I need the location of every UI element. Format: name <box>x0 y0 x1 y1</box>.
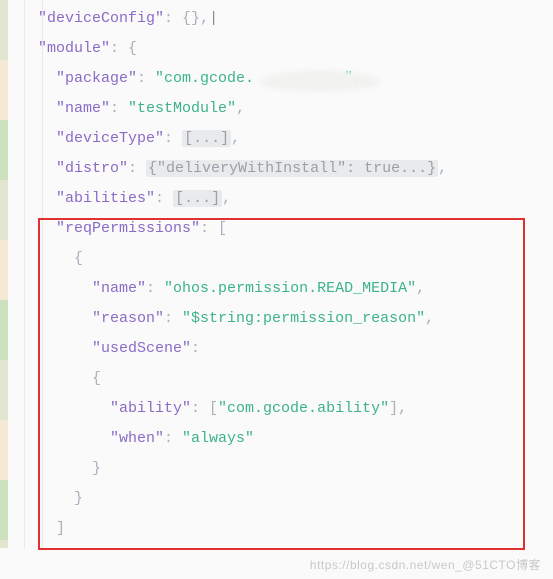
json-key: "when" <box>110 430 164 447</box>
json-string: "testModule" <box>128 100 236 117</box>
json-punct: : <box>128 160 146 177</box>
json-key: "distro" <box>56 160 128 177</box>
json-key: "deviceConfig" <box>38 10 164 27</box>
json-punct: , <box>416 280 425 297</box>
json-punct: : <box>137 70 155 87</box>
code-line: } <box>8 454 553 484</box>
json-punct: : <box>155 190 173 207</box>
code-line: { <box>8 244 553 274</box>
json-punct: : <box>164 130 182 147</box>
code-line: "when": "always" <box>8 424 553 454</box>
json-punct: : [ <box>200 220 227 237</box>
code-line: "abilities": [...], <box>8 184 553 214</box>
code-line: ] <box>8 514 553 544</box>
code-line: } <box>8 484 553 514</box>
json-brace: { <box>74 250 83 267</box>
gutter <box>0 0 8 548</box>
json-punct: : <box>164 310 182 327</box>
json-punct: , <box>425 310 434 327</box>
json-brace: } <box>92 460 101 477</box>
json-key: "name" <box>56 100 110 117</box>
code-line: "reason": "$string:permission_reason", <box>8 304 553 334</box>
json-punct: , <box>222 190 231 207</box>
json-punct: : { <box>110 40 137 57</box>
json-key: "module" <box>38 40 110 57</box>
json-punct: : <box>110 100 128 117</box>
json-key: "usedScene" <box>92 340 191 357</box>
json-brace: { <box>92 370 101 387</box>
json-string: "$string:permission_reason" <box>182 310 425 327</box>
json-key: "reqPermissions" <box>56 220 200 237</box>
code-line: "distro": {"deliveryWithInstall": true..… <box>8 154 553 184</box>
json-punct: : {} <box>164 10 200 27</box>
code-line: { <box>8 364 553 394</box>
text-cursor: | <box>209 10 218 27</box>
code-line: "deviceConfig": {},| <box>8 4 553 34</box>
json-punct: , <box>438 160 447 177</box>
code-line: "name": "ohos.permission.READ_MEDIA", <box>8 274 553 304</box>
code-line: "deviceType": [...], <box>8 124 553 154</box>
code-editor: "deviceConfig": {},| "module": { "packag… <box>0 0 553 548</box>
code-line: "usedScene": <box>8 334 553 364</box>
code-line: "ability": ["com.gcode.ability"], <box>8 394 553 424</box>
json-punct: , <box>231 130 240 147</box>
json-punct: : <box>164 430 182 447</box>
json-key: "ability" <box>110 400 191 417</box>
json-punct: , <box>236 100 245 117</box>
folded-region[interactable]: [...] <box>182 130 231 147</box>
json-punct: : [ <box>191 400 218 417</box>
folded-region[interactable]: {"deliveryWithInstall": true...} <box>146 160 438 177</box>
json-brace: } <box>74 490 83 507</box>
json-bracket: ] <box>56 520 65 537</box>
redaction-smudge <box>260 70 380 92</box>
json-key: "name" <box>92 280 146 297</box>
json-key: "deviceType" <box>56 130 164 147</box>
json-key: "package" <box>56 70 137 87</box>
code-line: "module": { <box>8 34 553 64</box>
watermark-text: https://blog.csdn.net/wen_@51CTO博客 <box>310 556 541 573</box>
folded-region[interactable]: [...] <box>173 190 222 207</box>
json-punct: ], <box>389 400 407 417</box>
json-string: "always" <box>182 430 254 447</box>
code-line: "reqPermissions": [ <box>8 214 553 244</box>
json-punct: , <box>200 10 209 27</box>
json-punct: : <box>146 280 164 297</box>
json-string: "ohos.permission.READ_MEDIA" <box>164 280 416 297</box>
json-punct: : <box>191 340 200 357</box>
code-line: "name": "testModule", <box>8 94 553 124</box>
json-key: "reason" <box>92 310 164 327</box>
json-string: "com.gcode.ability" <box>218 400 389 417</box>
json-key: "abilities" <box>56 190 155 207</box>
